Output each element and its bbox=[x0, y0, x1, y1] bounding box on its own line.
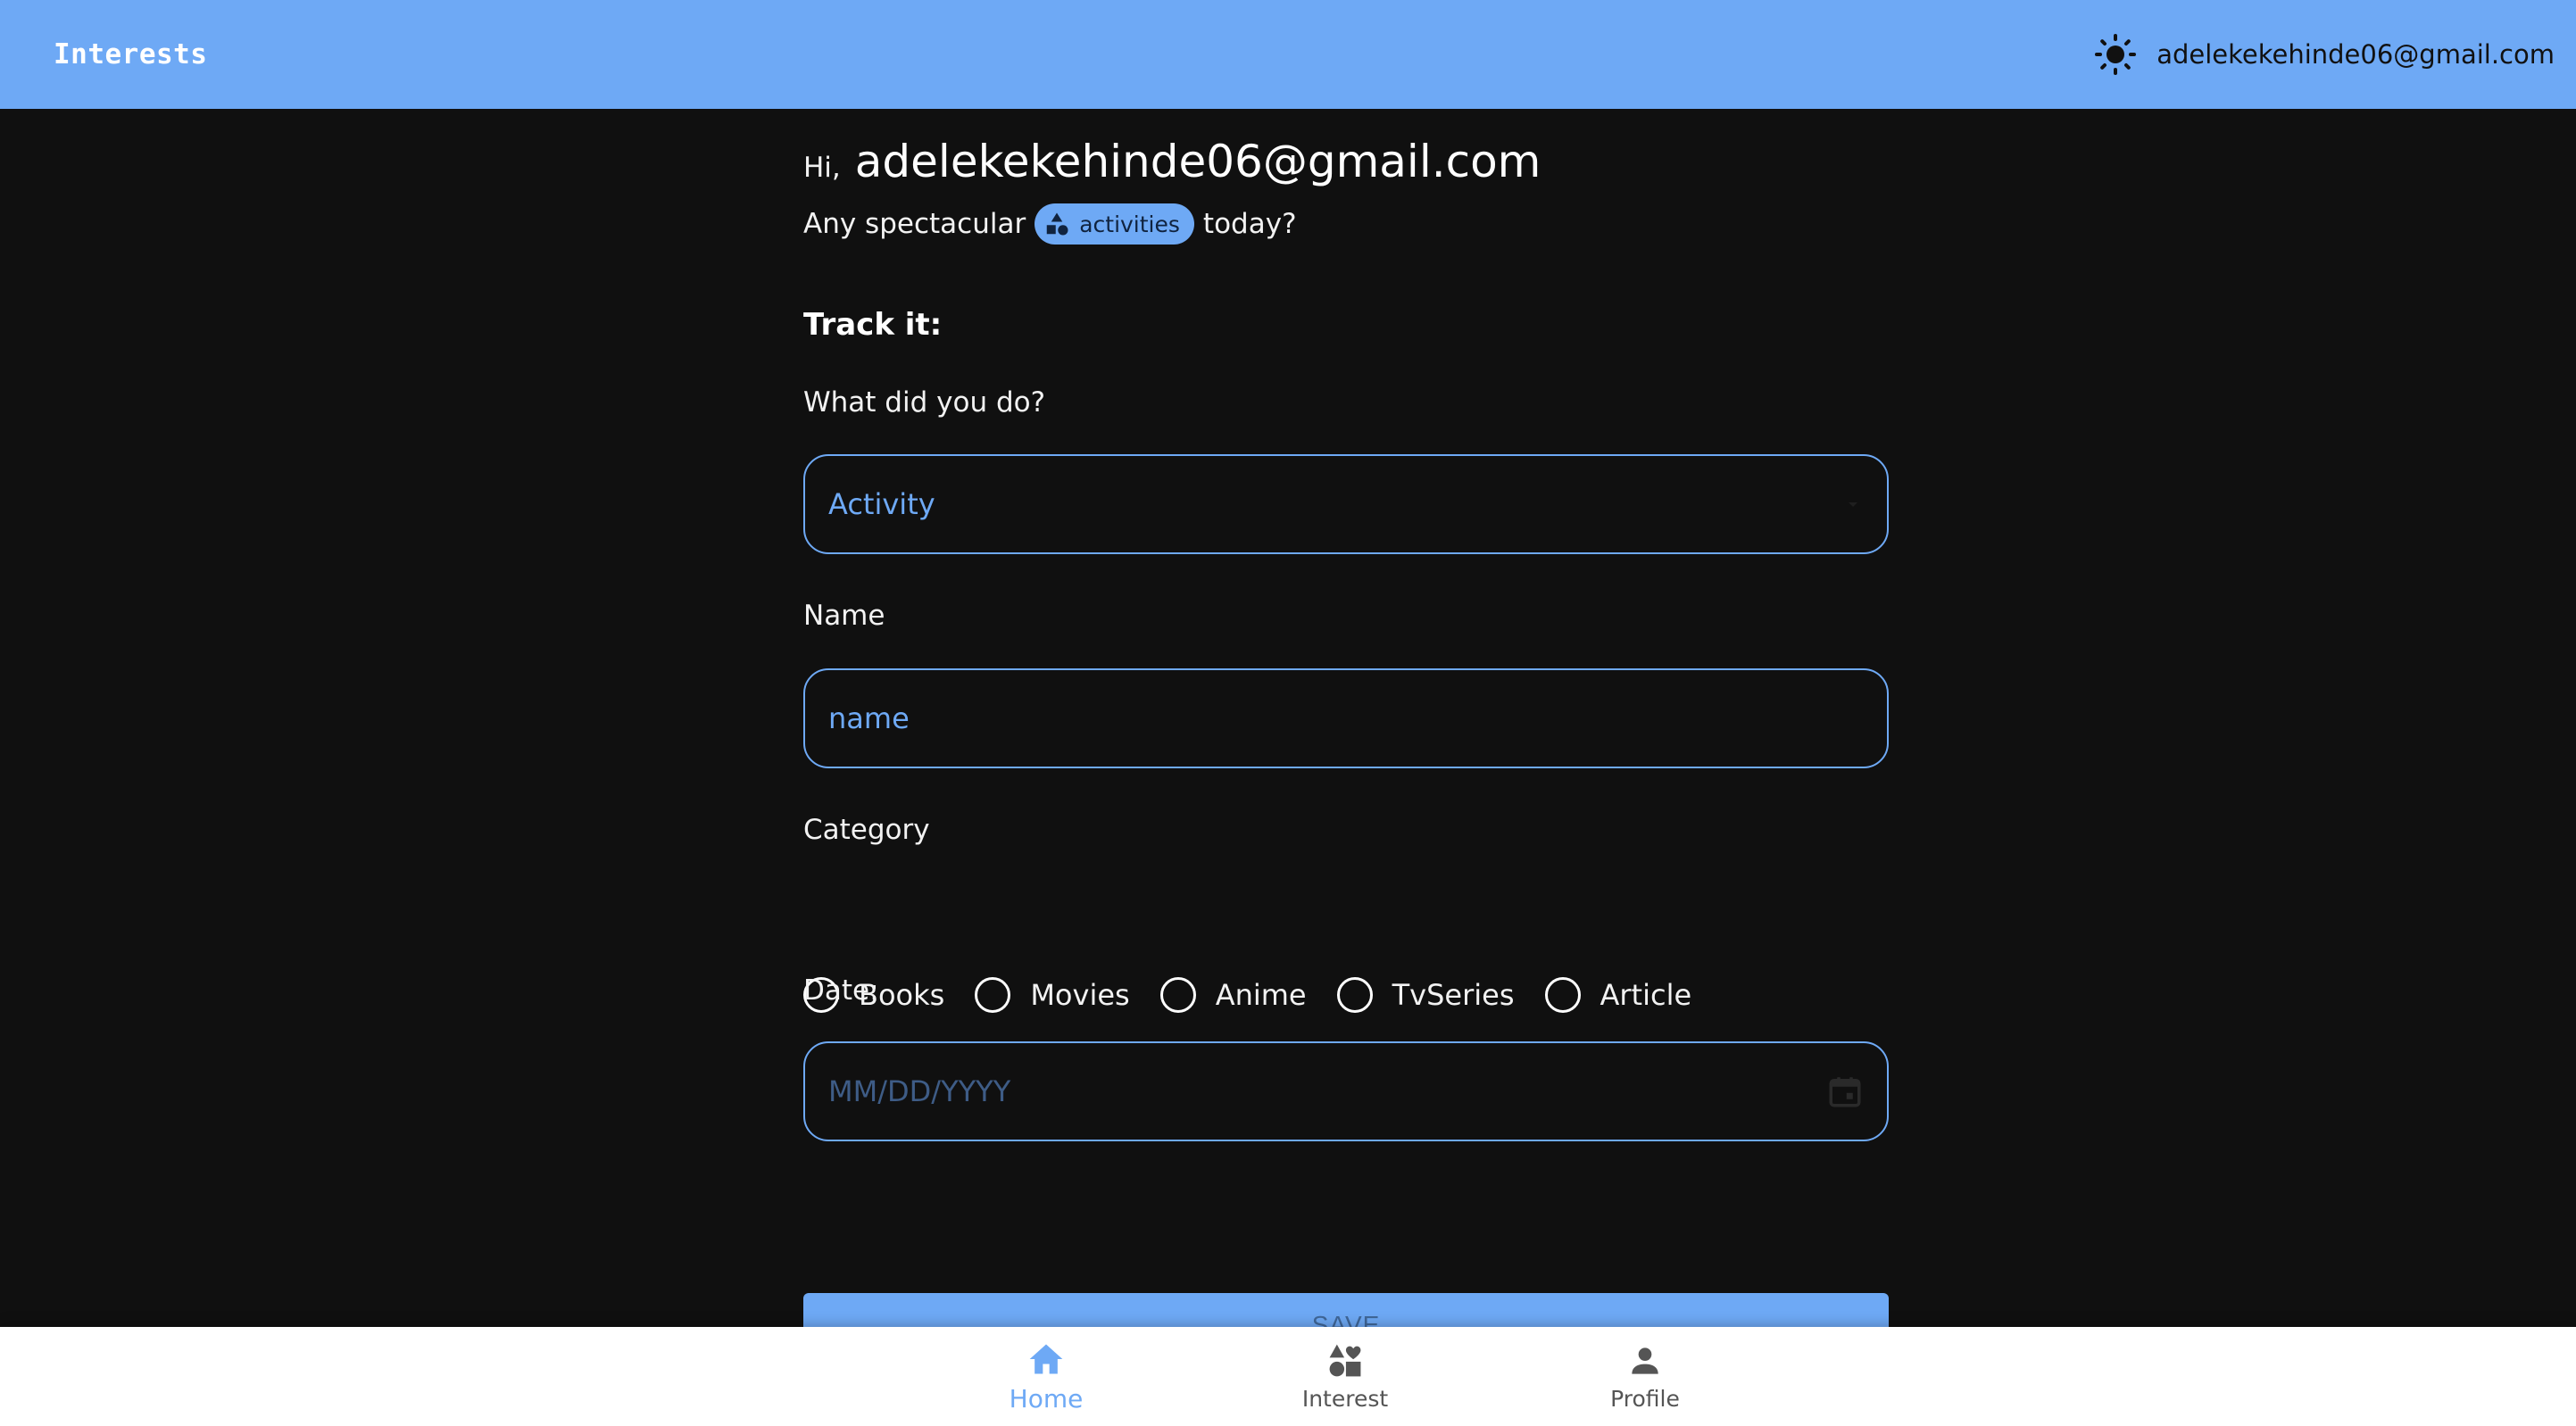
date-field-wrapper bbox=[803, 1041, 1889, 1141]
radio-label: Article bbox=[1600, 978, 1692, 1012]
bottom-navigation: Home Interest Profile bbox=[0, 1327, 2576, 1426]
category-icon bbox=[1046, 212, 1068, 236]
greeting-user-name: adelekekehinde06@gmail.com bbox=[854, 136, 1541, 187]
radio-label: Movies bbox=[1030, 978, 1130, 1012]
nav-label-interest: Interest bbox=[1301, 1386, 1389, 1412]
radio-circle[interactable] bbox=[1159, 977, 1196, 1013]
nav-label-home: Home bbox=[1009, 1384, 1084, 1414]
name-input[interactable] bbox=[828, 701, 1721, 735]
activities-chip[interactable]: activities bbox=[1035, 203, 1194, 245]
category-label: Category bbox=[803, 814, 930, 846]
nav-item-home[interactable]: Home bbox=[948, 1327, 1144, 1426]
radio-circle[interactable] bbox=[1336, 977, 1373, 1013]
activity-question-label: What did you do? bbox=[803, 386, 1046, 419]
chevron-down-icon bbox=[1849, 502, 1857, 507]
category-radio-tvseries[interactable]: TvSeries bbox=[1336, 977, 1515, 1013]
nav-label-profile: Profile bbox=[1610, 1386, 1680, 1412]
radio-circle[interactable] bbox=[975, 977, 1011, 1013]
category-radio-article[interactable]: Article bbox=[1544, 977, 1692, 1013]
track-it-title: Track it: bbox=[803, 307, 943, 343]
greeting-subline: Any spectacular activities today? bbox=[803, 203, 1297, 245]
app-bar: Interests adelekekehinde06@gmail.com bbox=[0, 0, 2576, 109]
name-field-wrapper bbox=[803, 668, 1889, 768]
radio-label: TvSeries bbox=[1392, 978, 1515, 1012]
category-radio-anime[interactable]: Anime bbox=[1159, 977, 1307, 1013]
name-label: Name bbox=[803, 600, 885, 632]
app-bar-actions: adelekekehinde06@gmail.com bbox=[2092, 31, 2555, 78]
app-title[interactable]: Interests bbox=[54, 38, 207, 70]
category-radio-group: Books Movies Anime TvSeries Article bbox=[803, 977, 1691, 1013]
activity-select-value: Activity bbox=[828, 487, 935, 521]
radio-label: Anime bbox=[1215, 978, 1307, 1012]
greeting: Hi, adelekekehinde06@gmail.com bbox=[803, 136, 1889, 187]
calendar-icon[interactable] bbox=[1826, 1073, 1864, 1110]
person-icon bbox=[1632, 1347, 1658, 1374]
activity-select[interactable]: Activity bbox=[803, 454, 1889, 554]
subline-before: Any spectacular bbox=[803, 208, 1026, 240]
category-icon bbox=[1329, 1344, 1361, 1377]
home-icon bbox=[1029, 1344, 1063, 1374]
nav-item-interest[interactable]: Interest bbox=[1247, 1327, 1443, 1426]
radio-circle[interactable] bbox=[1544, 977, 1581, 1013]
sun-icon bbox=[2095, 34, 2137, 75]
subline-after: today? bbox=[1202, 208, 1297, 240]
greeting-hi: Hi, bbox=[803, 152, 841, 184]
date-input[interactable] bbox=[828, 1074, 1721, 1108]
date-label: Date: bbox=[803, 974, 879, 1007]
nav-item-profile[interactable]: Profile bbox=[1547, 1327, 1743, 1426]
header-user-email[interactable]: adelekekehinde06@gmail.com bbox=[2156, 39, 2555, 70]
theme-toggle-button[interactable] bbox=[2092, 31, 2139, 78]
category-radio-movies[interactable]: Movies bbox=[975, 977, 1130, 1013]
activities-chip-label: activities bbox=[1079, 211, 1180, 237]
